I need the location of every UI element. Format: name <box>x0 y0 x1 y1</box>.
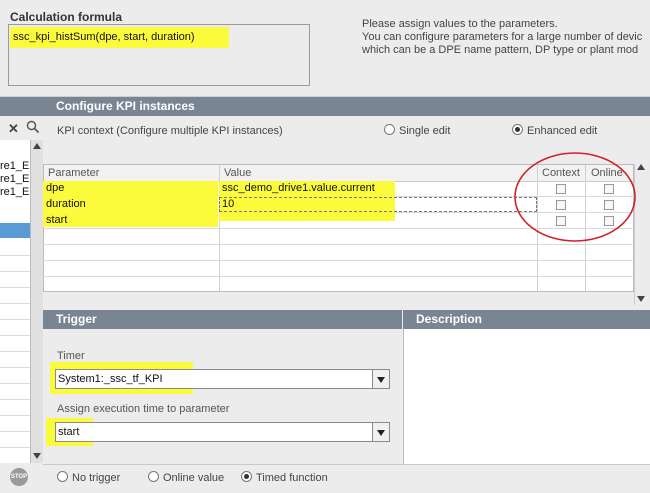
info-line-3: which can be a DPE name pattern, DP type… <box>362 44 639 56</box>
radio-icon <box>148 471 159 482</box>
clear-icon[interactable]: ✕ <box>8 121 19 137</box>
enhanced-edit-label: Enhanced edit <box>527 125 598 137</box>
single-edit-label: Single edit <box>399 125 451 137</box>
value-edit-box[interactable] <box>219 197 537 212</box>
formula-text[interactable]: ssc_kpi_histSum(dpe, start, duration) <box>13 31 195 43</box>
bottom-bar <box>43 464 650 493</box>
left-list-item[interactable]: re1_E <box>0 186 29 198</box>
description-header: Description <box>403 310 650 329</box>
scroll-up-arrow-icon[interactable] <box>33 143 41 149</box>
annotation-ellipse <box>514 152 636 242</box>
row-divider <box>43 260 634 261</box>
assign-label: Assign execution time to parameter <box>57 403 230 415</box>
assign-dropdown[interactable] <box>55 422 390 442</box>
scroll-down-arrow-icon[interactable] <box>33 453 41 459</box>
left-list-item[interactable]: re1_E <box>0 160 29 172</box>
online-value-label: Online value <box>163 472 225 484</box>
kpi-context-label: KPI context (Configure multiple KPI inst… <box>57 125 283 137</box>
chevron-down-icon[interactable] <box>372 370 389 388</box>
column-header-parameter[interactable]: Parameter <box>45 166 99 181</box>
radio-icon <box>57 471 68 482</box>
value-cell[interactable]: 10 <box>219 197 234 212</box>
no-trigger-label: No trigger <box>72 472 121 484</box>
radio-icon <box>384 124 395 135</box>
enhanced-edit-radio[interactable]: Enhanced edit <box>512 124 597 137</box>
configure-header: Configure KPI instances <box>43 97 650 116</box>
formula-title: Calculation formula <box>10 10 123 24</box>
column-header-value[interactable]: Value <box>221 166 251 181</box>
param-cell[interactable]: duration <box>43 197 86 212</box>
assign-value: start <box>58 426 80 438</box>
left-list-gridlines <box>0 240 30 462</box>
radio-selected-icon <box>512 124 523 135</box>
search-icon[interactable] <box>26 120 40 134</box>
timer-value: System1:_ssc_tf_KPI <box>58 373 163 385</box>
left-list-item[interactable]: re1_E <box>0 173 29 185</box>
row-divider <box>43 276 634 277</box>
param-cell[interactable]: start <box>43 213 67 228</box>
timer-label: Timer <box>57 350 85 362</box>
chevron-down-icon[interactable] <box>372 423 389 441</box>
online-value-radio[interactable]: Online value <box>148 471 224 484</box>
left-panel-header <box>0 97 43 116</box>
radio-selected-icon <box>241 471 252 482</box>
value-cell[interactable]: ssc_demo_drive1.value.current <box>219 181 375 196</box>
trigger-header: Trigger <box>43 310 402 329</box>
description-box[interactable] <box>403 329 650 464</box>
scroll-down-arrow-icon[interactable] <box>637 296 645 302</box>
left-list-selected-row[interactable] <box>0 223 30 238</box>
trigger-body <box>43 329 402 464</box>
no-trigger-radio[interactable]: No trigger <box>57 471 120 484</box>
single-edit-radio[interactable]: Single edit <box>384 124 450 137</box>
param-cell[interactable]: dpe <box>43 181 64 196</box>
info-line-2: You can configure parameters for a large… <box>362 31 643 43</box>
timed-function-radio[interactable]: Timed function <box>241 471 328 484</box>
stop-icon[interactable]: STOP <box>10 468 28 486</box>
left-scrollbar[interactable] <box>30 140 43 463</box>
info-line-1: Please assign values to the parameters. <box>362 18 558 30</box>
timed-function-label: Timed function <box>256 472 328 484</box>
